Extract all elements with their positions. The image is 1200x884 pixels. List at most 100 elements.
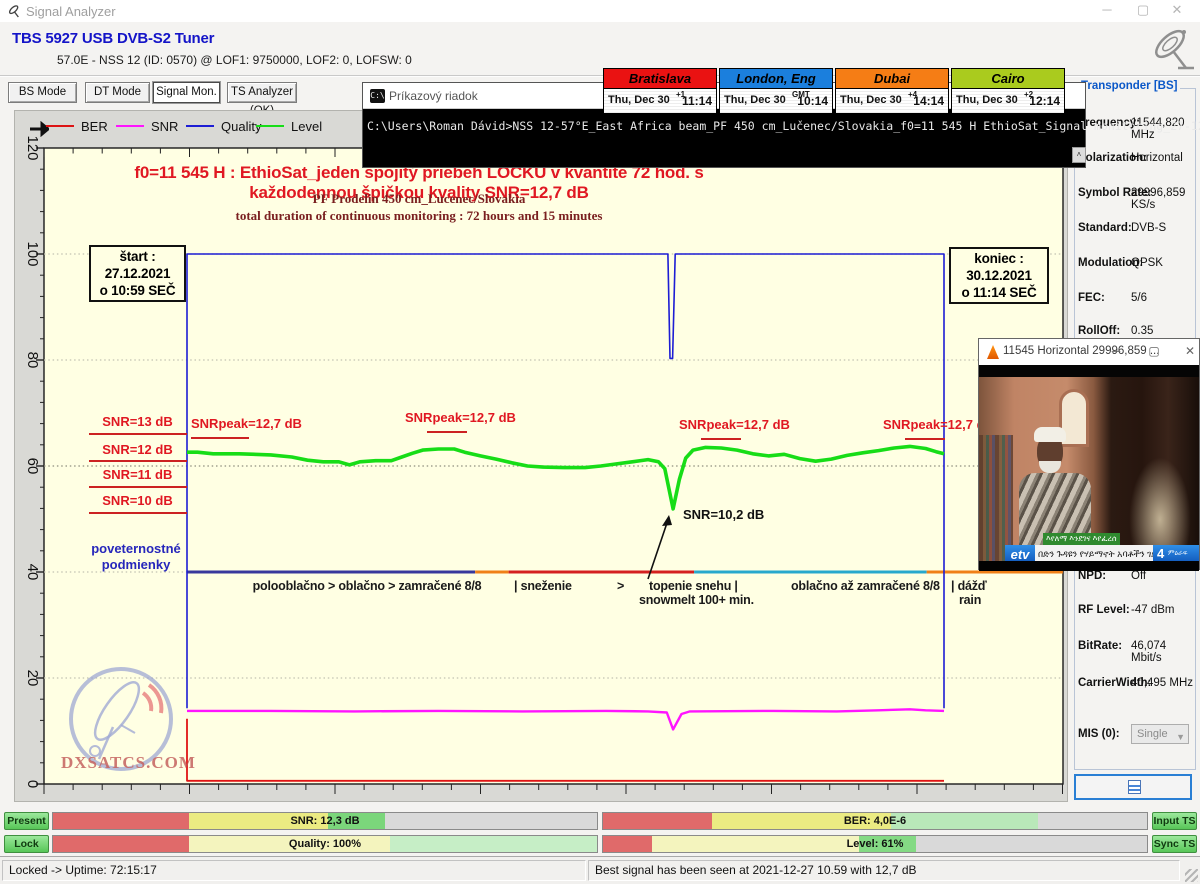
- sync-ts-button[interactable]: Sync TS: [1152, 835, 1197, 853]
- clock-city: London, Eng: [720, 69, 832, 89]
- clock-city: Dubai: [836, 69, 948, 89]
- plot-area: [44, 148, 1063, 784]
- four-number: 4: [1157, 546, 1164, 561]
- cmd-icon: C:\: [370, 89, 385, 103]
- chart-subtitle2: total duration of continuous monitoring …: [89, 208, 749, 224]
- rflevel-label: RF Level:: [1078, 604, 1130, 616]
- bs-mode-button[interactable]: BS Mode: [8, 82, 77, 103]
- resize-grip[interactable]: [1185, 869, 1198, 882]
- start-date: štart : 27.12.2021: [95, 248, 180, 282]
- status-bar: Locked -> Uptime: 72:15:17 Best signal h…: [0, 856, 1200, 884]
- window-title: Signal Analyzer: [26, 4, 116, 19]
- mis-select[interactable]: Single ▼: [1131, 724, 1189, 744]
- bookshelf: [979, 435, 1013, 561]
- level-bar: Level: 61%: [602, 835, 1148, 853]
- vlc-video-window[interactable]: 11545 Horizontal 29996,859 ... ─ ▢ ✕ እየለ…: [978, 338, 1200, 570]
- transponder-title: Transponder [BS]: [1078, 80, 1180, 92]
- watermark-text: DXSATCS.COM: [61, 753, 191, 773]
- clock-city: Cairo: [952, 69, 1064, 89]
- tv-headline: በድን ጉዳዩን የሃይማኖት አባቶችን ገድፊል: [1035, 545, 1153, 561]
- modulation-value: QPSK: [1131, 257, 1163, 269]
- weather-conditions-label1: poveternostné: [86, 541, 186, 556]
- legend-line-level: [256, 125, 284, 127]
- vlc-title: 11545 Horizontal 29996,859 ...: [1003, 345, 1159, 357]
- tuner-details: 57.0E - NSS 12 (ID: 0570) @ LOF1: 975000…: [57, 53, 412, 67]
- video-letterbox-top: [979, 365, 1199, 377]
- present-indicator: Present: [4, 812, 49, 830]
- symbolrate-value: 29996,859 KS/s: [1131, 187, 1200, 211]
- vlc-titlebar[interactable]: 11545 Horizontal 29996,859 ... ─ ▢ ✕: [979, 339, 1199, 365]
- dt-mode-button[interactable]: DT Mode: [85, 82, 150, 103]
- ts-analyzer-button[interactable]: TS Analyzer (OK): [227, 82, 297, 103]
- weather-period-5b: rain: [959, 593, 981, 607]
- vlc-close-button[interactable]: ✕: [1175, 341, 1200, 361]
- clock-date: Thu, Dec 30: [608, 94, 670, 106]
- cmd-text: C:\Users\Roman Dávid>NSS 12-57°E_East Af…: [367, 119, 1200, 133]
- snr-ref-11-line: [89, 486, 187, 488]
- legend-label-ber: BER: [81, 119, 108, 134]
- speaker-cap: [1034, 427, 1066, 442]
- clock-date: Thu, Dec 30: [840, 94, 902, 106]
- video-frame[interactable]: እየለማ እንደገና እየፈረሰ etv በድን ጉዳዩን የሃይማኖት አባቶ…: [979, 377, 1199, 561]
- speaker-beard: [1039, 461, 1061, 473]
- clock-time: 14:14: [913, 94, 944, 108]
- weather-period-3: topenie snehu |: [649, 579, 738, 593]
- close-button[interactable]: ✕: [1160, 0, 1194, 20]
- quality-bar: Quality: 100%: [52, 835, 598, 853]
- stream-list-button[interactable]: [1074, 774, 1192, 800]
- start-time: o 10:59 SEČ: [95, 282, 180, 299]
- level-bar-text: Level: 61%: [603, 836, 1147, 853]
- svg-text:60: 60: [24, 458, 41, 475]
- npd-label: NPD:: [1078, 570, 1106, 582]
- rolloff-value: 0.35: [1131, 325, 1153, 337]
- carrierwidth-value: 40,495 MHz: [1131, 677, 1193, 689]
- snr-peak-1: SNRpeak=12,7 dB: [191, 416, 302, 431]
- legend-line-ber: [46, 125, 74, 127]
- titlebar: Signal Analyzer ─ ▢ ✕: [0, 0, 1200, 22]
- signal-mon-tab[interactable]: Signal Mon.: [153, 82, 220, 103]
- svg-text:0: 0: [24, 780, 41, 788]
- four-label: ምዕራፍ: [1168, 550, 1188, 558]
- ber-bar-text: BER: 4,0E-6: [603, 813, 1147, 830]
- snr-peak-1-line: [191, 437, 249, 439]
- snr-peak-2: SNRpeak=12,7 dB: [405, 410, 516, 425]
- clock-city: Bratislava: [604, 69, 716, 89]
- clock-time: 12:14: [1029, 94, 1060, 108]
- app-icon: [7, 3, 23, 19]
- dxsatcs-watermark: DXSATCS.COM: [61, 667, 191, 785]
- minimize-button[interactable]: ─: [1090, 0, 1124, 20]
- snr-bar: SNR: 12,3 dB: [52, 812, 598, 830]
- vlc-maximize-button[interactable]: ▢: [1139, 341, 1169, 361]
- weather-period-arrow: >: [617, 579, 624, 593]
- start-box: štart : 27.12.2021 o 10:59 SEČ: [89, 245, 186, 302]
- cmd-title: Príkazový riadok: [389, 89, 478, 103]
- status-uptime: Locked -> Uptime: 72:15:17: [2, 860, 586, 881]
- svg-text:80: 80: [24, 352, 41, 369]
- chevron-down-icon: ▼: [1176, 728, 1185, 746]
- bitrate-label: BitRate:: [1078, 640, 1122, 652]
- snr-dip-label: SNR=10,2 dB: [683, 507, 764, 522]
- cmd-scroll-up-button[interactable]: ˄: [1072, 147, 1086, 163]
- snr-bar-text: SNR: 12,3 dB: [53, 813, 597, 830]
- input-ts-button[interactable]: Input TS: [1152, 812, 1197, 830]
- snr-peak-4-line: [905, 438, 945, 440]
- status-best-signal: Best signal has been seen at 2021-12-27 …: [588, 860, 1180, 881]
- clock-date: Thu, Dec 30: [956, 94, 1018, 106]
- clock-bratislava: Bratislava Thu, Dec 30+111:14: [603, 68, 717, 114]
- fec-label: FEC:: [1078, 292, 1105, 304]
- clock-time: 11:14: [682, 94, 712, 108]
- signal-analyzer-window: Signal Analyzer ─ ▢ ✕ TBS 5927 USB DVB-S…: [0, 0, 1200, 884]
- maximize-button[interactable]: ▢: [1126, 0, 1160, 20]
- clock-date: Thu, Dec 30: [724, 94, 786, 106]
- end-box: koniec : 30.12.2021 o 11:14 SEČ: [949, 247, 1049, 304]
- weather-conditions-label2: podmienky: [86, 557, 186, 572]
- satellite-dish-icon: [1148, 26, 1198, 72]
- bitrate-value: 46,074 Mbit/s: [1131, 640, 1200, 664]
- snr-ref-12-line: [89, 460, 187, 462]
- vlc-icon: [987, 345, 999, 359]
- end-time: o 11:14 SEČ: [955, 284, 1043, 301]
- chart-subtitle1: PF Prodelin 450 cm_Lucenec/Slovakia: [89, 191, 749, 207]
- snr-peak-2-line: [427, 431, 467, 433]
- vlc-minimize-button[interactable]: ─: [1101, 341, 1131, 361]
- end-date: koniec : 30.12.2021: [955, 250, 1043, 284]
